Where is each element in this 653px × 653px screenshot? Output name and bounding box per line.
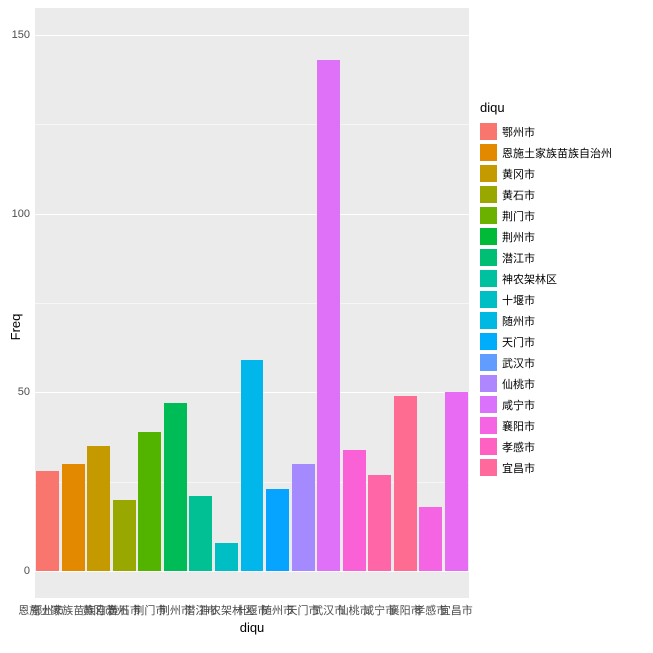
legend-key [480,165,497,182]
legend-label: 潜江市 [502,250,535,266]
legend-item: 黄石市 [480,184,650,205]
legend-key [480,333,497,350]
legend-item: 荆门市 [480,205,650,226]
legend-item: 神农架林区 [480,268,650,289]
legend-item: 恩施土家族苗族自治州 [480,142,650,163]
legend-item: 黄冈市 [480,163,650,184]
bar [138,432,161,571]
legend-item: 随州市 [480,310,650,331]
x-axis: diqu 鄂州市恩施土家族苗族自治州黄冈市黄石市荆门市荆州市潜江市神农架林区十堰… [35,600,469,640]
legend: diqu 鄂州市恩施土家族苗族自治州黄冈市黄石市荆门市荆州市潜江市神农架林区十堰… [480,100,650,478]
y-axis: 0 50 100 150 [0,8,34,598]
legend-key [480,438,497,455]
chart-container: Freq 050100150 diqu 鄂州市恩施土家族苗族自治州黄冈市黄石市荆… [0,0,653,653]
y-tick-label: 100 [12,208,30,220]
legend-label: 十堰市 [502,292,535,308]
legend-key [480,312,497,329]
bar [292,464,315,571]
legend-title: diqu [480,100,650,115]
bar [62,464,85,571]
bar [87,446,110,571]
legend-item: 仙桃市 [480,373,650,394]
legend-item: 鄂州市 [480,121,650,142]
bar [343,450,366,572]
legend-item: 襄阳市 [480,415,650,436]
legend-label: 孝感市 [502,439,535,455]
legend-key [480,396,497,413]
legend-label: 荆门市 [502,208,535,224]
x-axis-title: diqu [240,620,265,635]
legend-key [480,417,497,434]
gridline-major [35,571,469,572]
legend-key [480,270,497,287]
legend-key [480,144,497,161]
bar [317,60,340,571]
bar [394,396,417,571]
bar [419,507,442,571]
gridline-major [35,214,469,215]
gridline-major [35,35,469,36]
legend-label: 黄冈市 [502,166,535,182]
legend-label: 宜昌市 [502,460,535,476]
y-tick-label: 0 [24,565,30,577]
legend-label: 天门市 [502,334,535,350]
bar [266,489,289,571]
legend-key [480,123,497,140]
legend-label: 恩施土家族苗族自治州 [502,145,612,161]
bar [241,360,264,571]
legend-label: 襄阳市 [502,418,535,434]
legend-label: 荆州市 [502,229,535,245]
legend-label: 仙桃市 [502,376,535,392]
gridline-minor [35,124,469,125]
legend-label: 神农架林区 [502,271,557,287]
legend-label: 武汉市 [502,355,535,371]
legend-item: 孝感市 [480,436,650,457]
bar [36,471,59,571]
legend-label: 咸宁市 [502,397,535,413]
legend-item: 荆州市 [480,226,650,247]
legend-key [480,207,497,224]
legend-item: 宜昌市 [480,457,650,478]
bar [215,543,238,572]
bar [445,392,468,571]
legend-key [480,375,497,392]
legend-item: 潜江市 [480,247,650,268]
bar [164,403,187,571]
legend-key [480,459,497,476]
legend-key [480,354,497,371]
bar [368,475,391,572]
legend-label: 随州市 [502,313,535,329]
y-tick-label: 50 [18,386,30,398]
legend-item: 十堰市 [480,289,650,310]
bar [189,496,212,571]
plot-panel [35,8,469,598]
x-tick-label: 宜昌市 [440,602,473,618]
legend-item: 咸宁市 [480,394,650,415]
legend-label: 鄂州市 [502,124,535,140]
gridline-minor [35,303,469,304]
legend-key [480,291,497,308]
legend-key [480,249,497,266]
bar [113,500,136,572]
y-tick-label: 150 [12,29,30,41]
legend-item: 武汉市 [480,352,650,373]
legend-key [480,228,497,245]
legend-item: 天门市 [480,331,650,352]
legend-key [480,186,497,203]
legend-label: 黄石市 [502,187,535,203]
